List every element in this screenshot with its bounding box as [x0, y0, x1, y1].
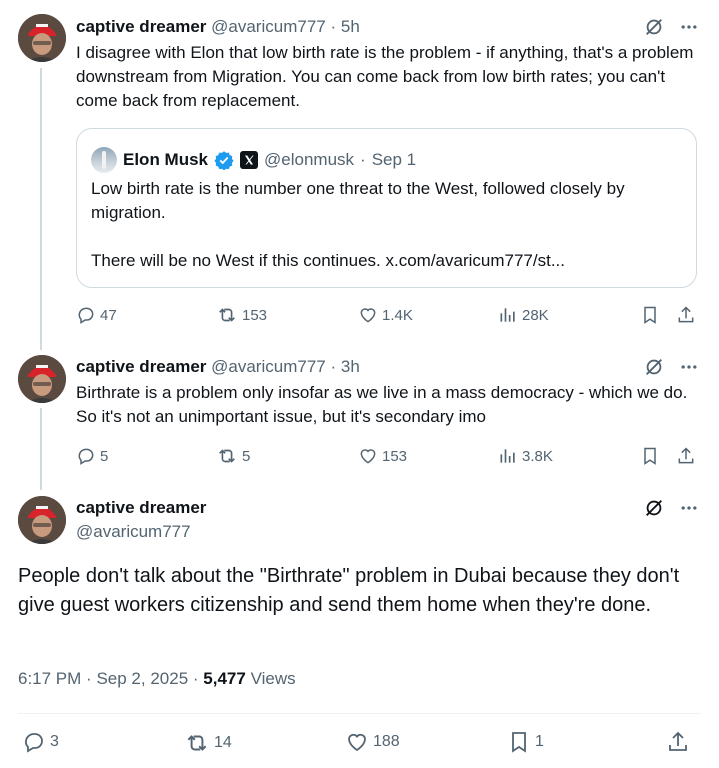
main-action-bar: 3 14 188 1	[18, 728, 698, 758]
tweet-header: captive dreamer @avaricum777 · 3h	[76, 356, 360, 378]
bookmark-count: 1	[535, 733, 544, 750]
share-icon	[678, 306, 694, 323]
reply-count: 3	[50, 733, 59, 750]
repost-count: 153	[242, 306, 268, 324]
tweet-header: captive dreamer @avaricum777 · 5h	[76, 16, 360, 38]
timestamp[interactable]: 3h	[341, 357, 360, 376]
views-count: 5,477	[203, 669, 246, 688]
analytics-icon	[500, 449, 515, 463]
like-count: 188	[373, 733, 400, 750]
display-name[interactable]: captive dreamer	[76, 357, 206, 376]
display-name[interactable]: captive dreamer	[76, 497, 206, 519]
reply-icon	[78, 448, 94, 465]
x-logo-icon	[240, 151, 259, 169]
like-count: 153	[382, 447, 408, 465]
views-button[interactable]: 28K	[498, 305, 549, 325]
quoted-tweet[interactable]: Elon Musk @elonmusk · Sep 1 Low birth ra…	[76, 128, 697, 288]
reply-icon	[78, 307, 94, 324]
share-icon	[669, 731, 687, 751]
reply-count: 5	[100, 447, 109, 465]
analytics-icon	[500, 308, 515, 322]
bookmark-icon	[644, 447, 656, 465]
like-count: 1.4K	[382, 306, 413, 324]
quoted-display-name: Elon Musk	[123, 150, 209, 169]
quoted-date: Sep 1	[371, 150, 417, 169]
display-name[interactable]: captive dreamer	[76, 17, 206, 36]
reply-icon	[25, 733, 43, 753]
timestamp[interactable]: 5h	[341, 17, 360, 36]
bookmark-button[interactable]	[640, 305, 660, 325]
quoted-text-line-2: There will be no West if this continues.…	[91, 251, 565, 270]
repost-button[interactable]: 5	[216, 445, 250, 467]
quoted-text: Low birth rate is the number one threat …	[91, 177, 686, 273]
repost-icon	[219, 308, 235, 322]
repost-button[interactable]: 153	[216, 304, 267, 326]
post-date[interactable]: Sep 2, 2025	[96, 669, 188, 688]
views-count: 28K	[522, 306, 549, 324]
bookmark-icon	[512, 732, 526, 753]
grok-icon[interactable]	[643, 16, 665, 38]
thread-connector-2	[40, 408, 42, 490]
bookmark-button[interactable]	[640, 446, 660, 466]
thread-connector-1	[40, 68, 42, 350]
repost-count: 14	[214, 734, 232, 751]
share-icon	[678, 447, 694, 464]
handle[interactable]: @avaricum777	[211, 357, 326, 376]
heart-icon	[360, 449, 376, 464]
divider	[18, 713, 701, 714]
separator: ·	[86, 669, 92, 688]
avatar[interactable]	[18, 14, 66, 62]
more-icon[interactable]	[679, 17, 699, 37]
tweet-header: captive dreamer @avaricum777	[76, 497, 206, 543]
reply-button[interactable]: 3	[22, 730, 59, 754]
action-bar: 47 153 1.4K 28K	[76, 303, 697, 327]
separator: ·	[192, 669, 199, 688]
more-icon[interactable]	[679, 357, 699, 377]
action-bar: 5 5 153 3.8K	[76, 444, 697, 468]
share-button[interactable]	[666, 730, 690, 754]
tweet-text: People don't talk about the "Birthrate" …	[18, 565, 680, 616]
reply-button[interactable]: 47	[76, 305, 117, 325]
heart-icon	[348, 733, 366, 752]
avatar[interactable]	[18, 355, 66, 403]
views-count: 3.8K	[522, 447, 553, 465]
separator: ·	[330, 17, 337, 36]
handle[interactable]: @avaricum777	[76, 521, 206, 543]
tweet-text: I disagree with Elon that low birth rate…	[76, 43, 694, 110]
grok-icon[interactable]	[643, 356, 665, 378]
quoted-handle: @elonmusk	[264, 150, 355, 169]
tweet-text: Birthrate is a problem only insofar as w…	[76, 383, 688, 426]
like-button[interactable]: 1.4K	[358, 305, 413, 325]
repost-button[interactable]: 14	[184, 730, 232, 756]
verified-icon	[214, 150, 234, 170]
repost-icon	[219, 449, 235, 463]
grok-icon[interactable]	[643, 497, 665, 519]
views-button[interactable]: 3.8K	[498, 446, 553, 466]
share-button[interactable]	[676, 446, 696, 466]
handle[interactable]: @avaricum777	[211, 17, 326, 36]
separator: ·	[360, 150, 366, 169]
reply-button[interactable]: 5	[76, 446, 108, 466]
heart-icon	[360, 308, 376, 323]
avatar[interactable]	[18, 496, 66, 544]
bookmark-button[interactable]: 1	[507, 730, 544, 754]
quoted-text-line-1: Low birth rate is the number one threat …	[91, 179, 625, 222]
separator: ·	[330, 357, 337, 376]
repost-count: 5	[242, 447, 251, 465]
quoted-avatar	[91, 147, 117, 173]
post-time[interactable]: 6:17 PM	[18, 669, 81, 688]
reply-count: 47	[100, 306, 117, 324]
views-label: Views	[250, 669, 296, 688]
bookmark-icon	[644, 306, 656, 324]
share-button[interactable]	[676, 305, 696, 325]
repost-icon	[187, 735, 207, 751]
like-button[interactable]: 188	[345, 730, 400, 754]
tweet-meta: 6:17 PM · Sep 2, 2025 · 5,477 Views	[18, 669, 296, 689]
more-icon[interactable]	[679, 498, 699, 518]
like-button[interactable]: 153	[358, 446, 407, 466]
